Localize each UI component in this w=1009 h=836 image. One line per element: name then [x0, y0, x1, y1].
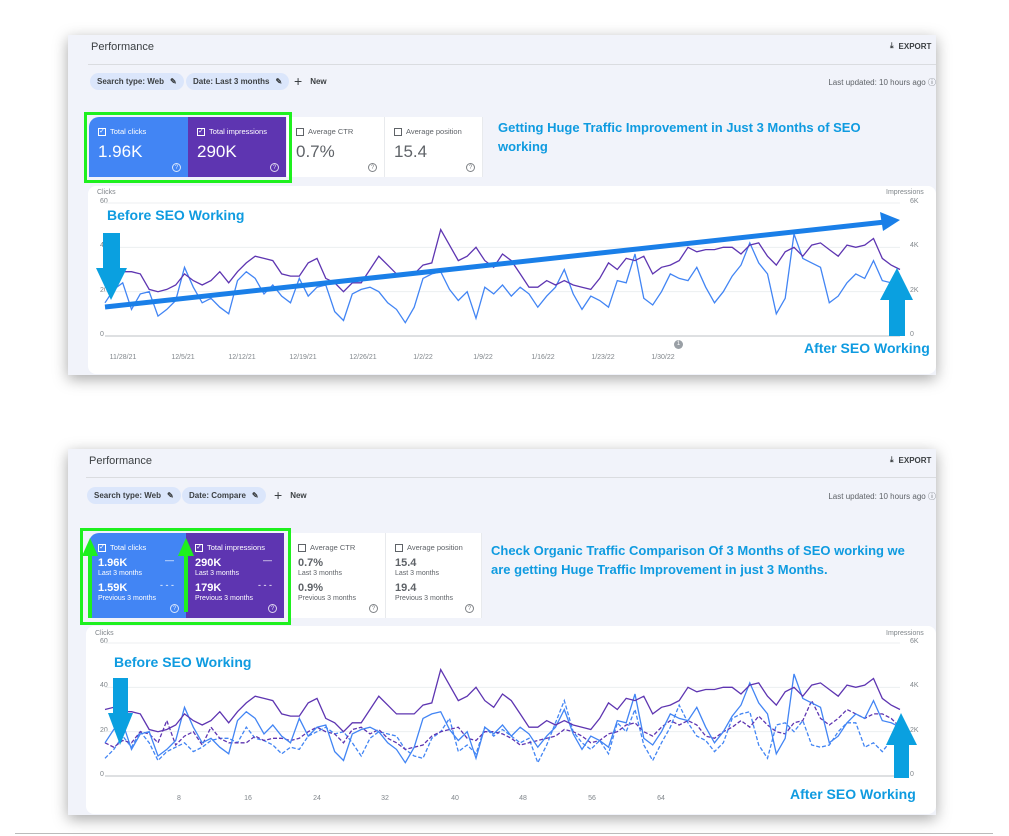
trend-arrow [104, 219, 886, 310]
green-up-arrow-head [178, 538, 194, 556]
bottom-rule [15, 833, 993, 834]
down-arrow-icon [108, 678, 133, 745]
trend-arrow-head [880, 212, 900, 231]
down-arrow-icon [96, 233, 127, 300]
annotation-arrows [82, 212, 917, 778]
up-arrow-icon [886, 713, 917, 778]
green-up-arrow-head [82, 538, 98, 556]
up-arrow-icon [880, 268, 913, 336]
